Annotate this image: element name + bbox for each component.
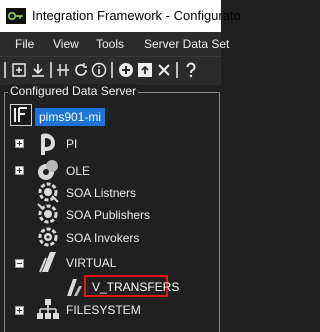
toolbar-separator	[176, 62, 178, 78]
virtual-icon	[39, 252, 56, 273]
filesystem-tree-icon	[37, 299, 59, 319]
toolbar-separator	[50, 62, 52, 78]
menu-server-data[interactable]: Server Data Set	[144, 37, 229, 51]
expand-ole-toggle[interactable]	[15, 166, 24, 175]
fit-icon[interactable]	[55, 62, 71, 78]
collapse-virtual-toggle[interactable]	[15, 259, 24, 268]
soa-publisher-gear-icon	[37, 203, 58, 224]
import-icon[interactable]	[11, 62, 27, 78]
delete-icon[interactable]	[156, 62, 172, 78]
refresh-icon[interactable]	[73, 62, 89, 78]
v-transfers-icon	[67, 279, 82, 296]
panel-title: Configured Data Server	[8, 84, 139, 98]
expand-pi-toggle[interactable]	[15, 139, 24, 148]
toolbar-grip	[4, 62, 6, 78]
menu-tools[interactable]: Tools	[96, 37, 124, 51]
soa-invoker-gear-icon	[38, 227, 58, 247]
tree-node-soa-listeners[interactable]: SOA Listners	[66, 186, 136, 200]
tree-node-pi[interactable]: PI	[66, 137, 77, 151]
menu-bar: File View Tools Server Data Set	[0, 32, 229, 56]
tree-node-filesystem[interactable]: FILESYSTEM	[66, 303, 141, 317]
window-title: Integration Framework - Configurato	[32, 8, 241, 23]
download-icon[interactable]	[30, 62, 46, 78]
menu-view[interactable]: View	[53, 37, 79, 51]
help-icon[interactable]	[183, 62, 199, 78]
info-icon[interactable]	[91, 62, 107, 78]
toolbar	[0, 56, 221, 85]
tree-node-soa-invokers[interactable]: SOA Invokers	[66, 231, 139, 245]
add-icon[interactable]	[118, 62, 134, 78]
tree-node-v-transfers[interactable]: V_TRANSFERS	[92, 280, 179, 294]
app-key-icon	[6, 8, 26, 24]
tree-root-node[interactable]: pims901-mi	[35, 108, 106, 126]
upload-icon[interactable]	[137, 62, 153, 78]
soa-listener-gear-icon	[38, 182, 59, 203]
tree-node-soa-publishers[interactable]: SOA Publishers	[66, 208, 150, 222]
menu-file[interactable]: File	[15, 37, 34, 51]
toolbar-separator	[111, 62, 113, 78]
ole-icon	[38, 160, 58, 180]
tree-node-virtual[interactable]: VIRTUAL	[66, 256, 116, 270]
if-logo-icon	[10, 104, 32, 126]
window-title-bar[interactable]: Integration Framework - Configurato	[0, 0, 241, 32]
expand-filesystem-toggle[interactable]	[15, 306, 24, 315]
tree-node-ole[interactable]: OLE	[66, 164, 90, 178]
pi-icon	[41, 133, 55, 155]
